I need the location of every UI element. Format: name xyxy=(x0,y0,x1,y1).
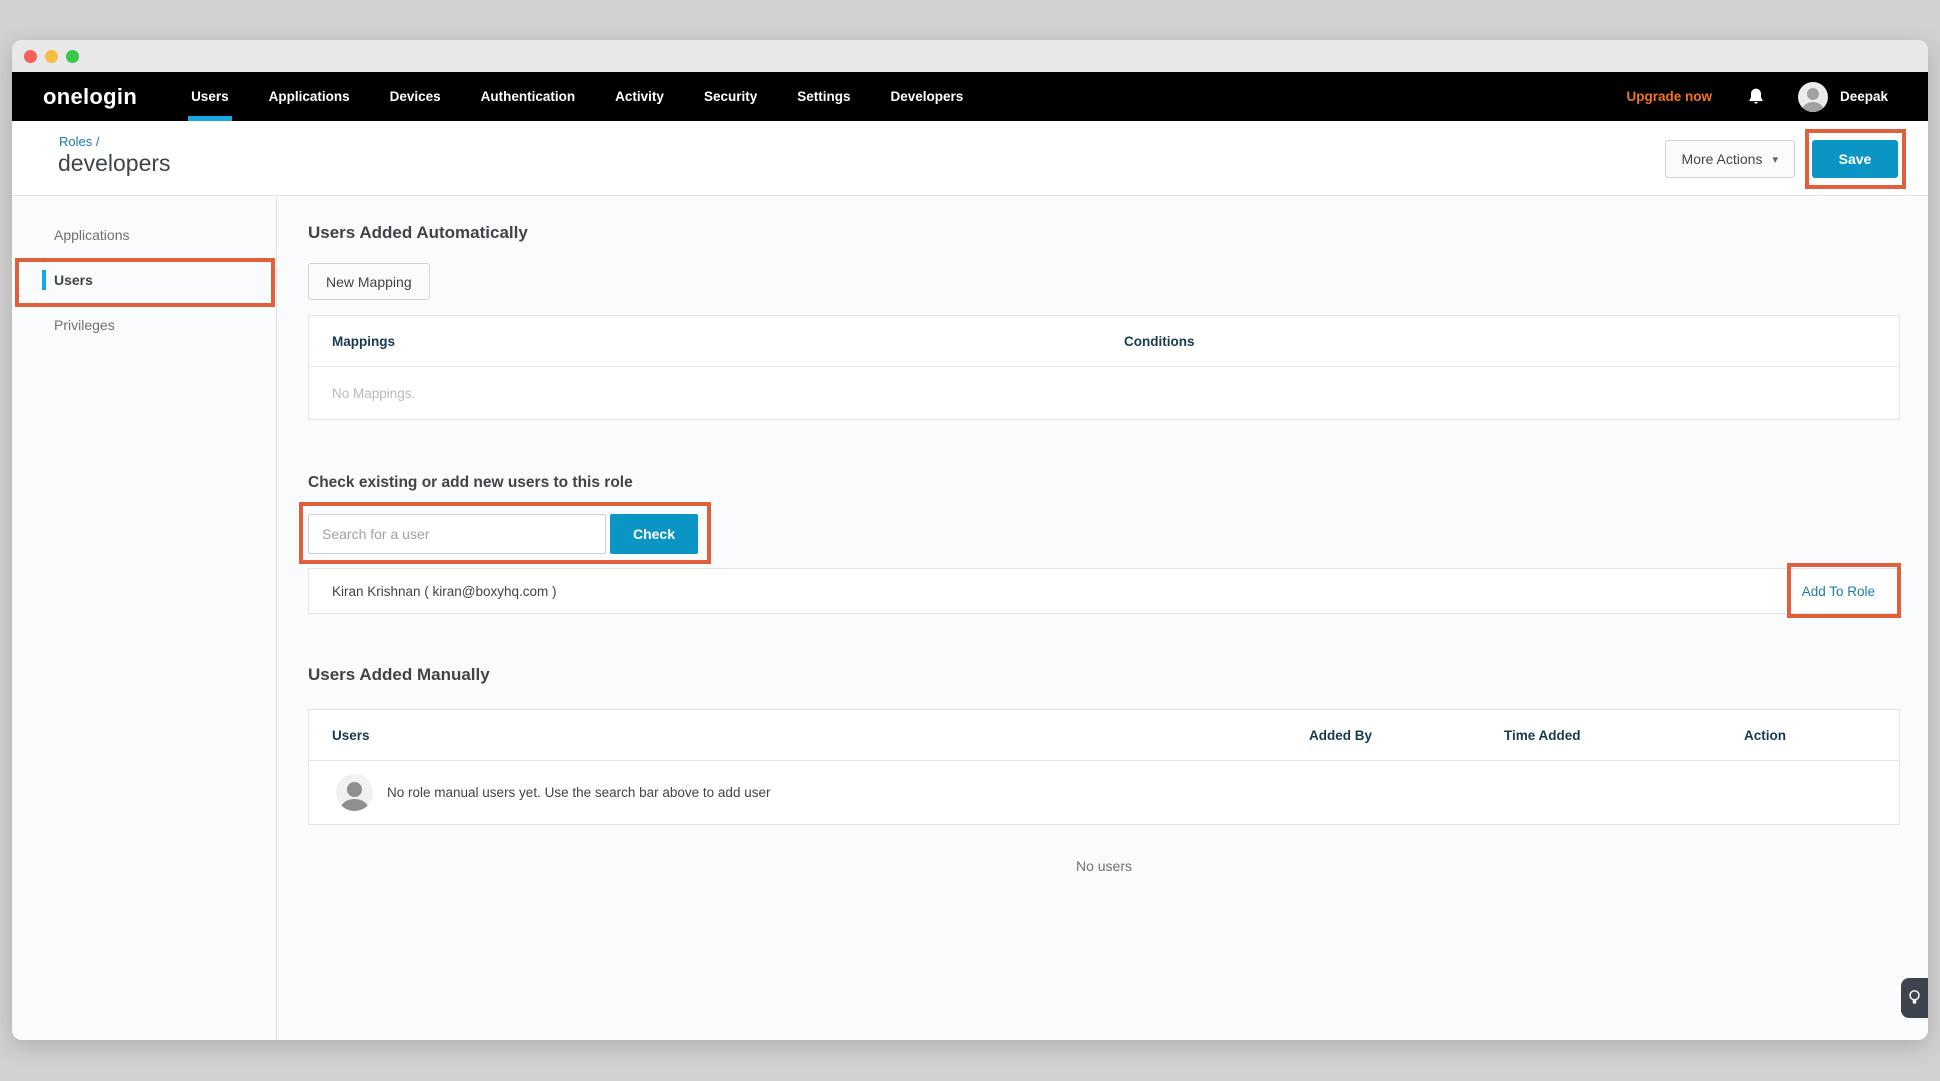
nav-item-security[interactable]: Security xyxy=(684,72,777,121)
minimize-button[interactable] xyxy=(45,50,58,63)
auto-section-title: Users Added Automatically xyxy=(308,223,1900,243)
app-window: onelogin Users Applications Devices Auth… xyxy=(12,40,1928,1040)
users-column-header: Users xyxy=(309,728,1309,743)
main-content: Users Added Automatically New Mapping Ma… xyxy=(277,196,1928,1040)
more-actions-label: More Actions xyxy=(1682,151,1763,167)
result-user-label: Kiran Krishnan ( kiran@boxyhq.com ) xyxy=(309,584,557,599)
sidebar-item-privileges[interactable]: Privileges xyxy=(12,302,276,347)
breadcrumb[interactable]: Roles / xyxy=(59,134,99,149)
conditions-column-header: Conditions xyxy=(1124,334,1899,349)
header-actions: More Actions ▾ Save xyxy=(1665,140,1898,178)
user-name-label[interactable]: Deepak xyxy=(1840,89,1888,104)
nav-item-authentication[interactable]: Authentication xyxy=(461,72,596,121)
save-button[interactable]: Save xyxy=(1812,140,1898,178)
added-by-column-header: Added By xyxy=(1309,728,1504,743)
manual-users-table: Users Added By Time Added Action No role… xyxy=(308,709,1900,825)
manual-table-header: Users Added By Time Added Action xyxy=(309,710,1899,761)
manual-section-title: Users Added Manually xyxy=(308,665,1900,685)
check-button[interactable]: Check xyxy=(610,514,698,554)
sidebar: Applications Users Privileges xyxy=(12,196,277,1040)
more-actions-button[interactable]: More Actions ▾ xyxy=(1665,140,1795,178)
active-indicator xyxy=(42,270,46,290)
add-to-role-link[interactable]: Add To Role xyxy=(1802,584,1875,599)
user-avatar[interactable] xyxy=(1798,82,1828,112)
mappings-table-header: Mappings Conditions xyxy=(309,316,1899,367)
nav-item-developers[interactable]: Developers xyxy=(870,72,983,121)
no-users-label: No users xyxy=(308,858,1900,874)
nav-item-applications[interactable]: Applications xyxy=(249,72,370,121)
page-title: developers xyxy=(58,150,171,177)
page-body: Applications Users Privileges Users Adde… xyxy=(12,196,1928,1040)
nav-item-users[interactable]: Users xyxy=(171,72,249,121)
sidebar-item-applications[interactable]: Applications xyxy=(12,212,276,257)
no-mappings-row: No Mappings. xyxy=(309,367,1899,419)
maximize-button[interactable] xyxy=(66,50,79,63)
feedback-widget[interactable] xyxy=(1901,978,1928,1018)
page-header: Roles / developers More Actions ▾ Save xyxy=(12,121,1928,196)
new-mapping-button[interactable]: New Mapping xyxy=(308,263,430,300)
nav-item-activity[interactable]: Activity xyxy=(595,72,684,121)
time-added-column-header: Time Added xyxy=(1504,728,1744,743)
action-column-header: Action xyxy=(1744,728,1899,743)
user-search-group: Check xyxy=(308,514,698,554)
notification-bell-icon[interactable] xyxy=(1746,86,1766,108)
nav-item-settings[interactable]: Settings xyxy=(777,72,870,121)
mappings-table: Mappings Conditions No Mappings. xyxy=(308,315,1900,420)
search-result-row: Kiran Krishnan ( kiran@boxyhq.com ) Add … xyxy=(308,568,1900,614)
manual-empty-row: No role manual users yet. Use the search… xyxy=(309,761,1899,824)
manual-empty-text: No role manual users yet. Use the search… xyxy=(387,785,770,800)
close-button[interactable] xyxy=(24,50,37,63)
nav-item-devices[interactable]: Devices xyxy=(370,72,461,121)
onelogin-logo[interactable]: onelogin xyxy=(43,72,137,121)
placeholder-user-avatar-icon xyxy=(336,774,373,811)
mappings-column-header: Mappings xyxy=(309,334,1124,349)
lightbulb-icon xyxy=(1908,989,1921,1007)
window-titlebar xyxy=(12,40,1928,72)
check-section-title: Check existing or add new users to this … xyxy=(308,474,1900,492)
upgrade-now-link[interactable]: Upgrade now xyxy=(1626,89,1712,104)
top-navbar: onelogin Users Applications Devices Auth… xyxy=(12,72,1928,121)
sidebar-item-users-label: Users xyxy=(54,272,93,288)
chevron-down-icon: ▾ xyxy=(1772,153,1778,166)
nav-menu: Users Applications Devices Authenticatio… xyxy=(171,72,983,121)
user-search-input[interactable] xyxy=(308,514,606,554)
navbar-right: Upgrade now Deepak xyxy=(1626,72,1928,121)
sidebar-item-users[interactable]: Users xyxy=(12,257,276,302)
